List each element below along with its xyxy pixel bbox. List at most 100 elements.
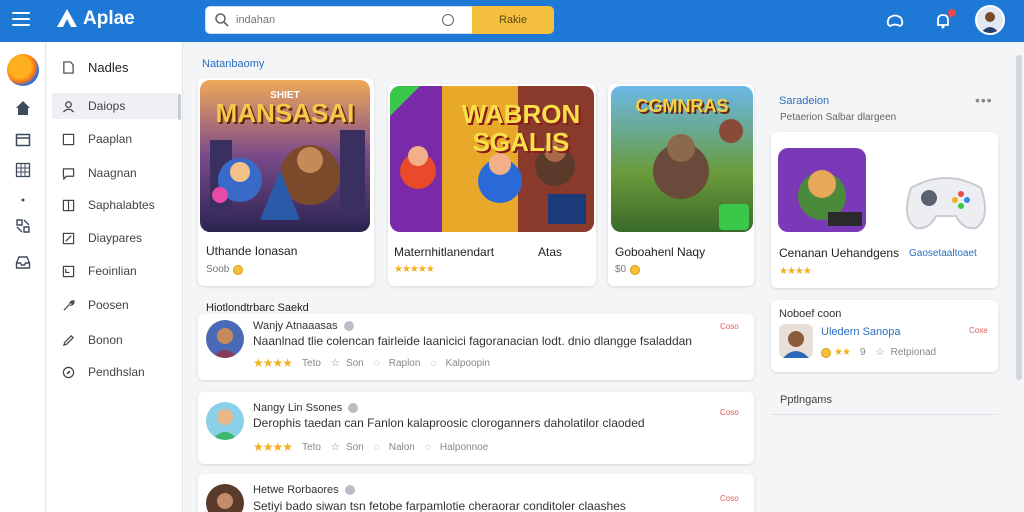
review-text: Naanlnad tlie colencan fairleide laanici… [253, 334, 692, 348]
edit-icon [62, 232, 75, 244]
review-author-name: Hetwe Rorbaores [253, 484, 339, 496]
sidebar-item-label: Paaplan [88, 132, 133, 146]
game-sub: ★★★★★ [394, 264, 435, 275]
info-icon[interactable] [348, 403, 359, 413]
like-button[interactable]: ☆ Son [331, 358, 364, 369]
review-meta-item[interactable]: Teto [302, 358, 321, 369]
review-author-name: Nangy Lin Ssones [253, 402, 343, 414]
review-meta-item[interactable]: Teto [302, 442, 321, 453]
rail-logo[interactable] [7, 54, 39, 86]
avatar-image [206, 484, 244, 512]
recommended-stars-row: ★★★★ [779, 266, 812, 277]
share-button[interactable]: ◌ Kalpoopin [430, 358, 489, 369]
more-icon[interactable]: ••• [975, 92, 993, 108]
mini-card-meta: ★★ 9 ☆ Retpionad [821, 347, 936, 358]
puzzle-icon[interactable] [15, 218, 31, 234]
review-meta-item: Kalpoopin [445, 357, 490, 369]
book-icon [62, 199, 75, 211]
search-input[interactable] [236, 14, 436, 26]
review-meta-item: Raplon [388, 357, 421, 369]
like-icon: ☆ [875, 347, 885, 358]
mini-card-count: 9 [859, 347, 866, 358]
mini-card-name[interactable]: Uledern Sanopa [821, 326, 901, 338]
game-sub: $0 [615, 264, 641, 275]
like-icon: ☆ [330, 357, 340, 369]
recommended-card[interactable]: Cenanan Uehandgens Gaosetaaltoaet ★★★★ [771, 132, 998, 288]
review-author-name: Wanjy Atnaaasas [253, 320, 338, 332]
image-icon [62, 265, 75, 277]
sidebar-item-9[interactable]: Pendhslan [52, 359, 178, 385]
gamepad-icon[interactable] [884, 10, 906, 32]
search-button[interactable]: Rakie [472, 6, 554, 34]
icon-rail [0, 42, 46, 512]
notification-button[interactable] [932, 9, 956, 32]
page-scrollbar[interactable] [1016, 55, 1022, 380]
sidebar-item-4[interactable]: Saphalabtes [52, 192, 178, 218]
review-tag: Coso [720, 322, 739, 331]
review-author: Nangy Lin Ssones [253, 402, 359, 414]
grid-icon[interactable] [15, 162, 31, 178]
sidebar-item-0[interactable]: Nadles [52, 54, 178, 80]
game-card-3[interactable]: CGMNRAS Goboahenl Naqy $0 [608, 84, 754, 286]
sidebar-item-label: Poosen [88, 298, 129, 312]
review-tag: Coso [720, 494, 739, 503]
gamepad-icon [906, 177, 986, 230]
compass-icon [62, 366, 75, 378]
sidebar-item-7[interactable]: Poosen [52, 292, 178, 318]
review-meta: ★★★★ Teto ☆ Son ◌ Nalon ◌ Halponnoe [253, 440, 488, 454]
menu-icon[interactable] [12, 12, 30, 28]
sidebar-item-5[interactable]: Diaypares [52, 225, 178, 251]
review-card-3[interactable]: Hetwe Rorbaores Coso Setiyi bado siwan t… [198, 474, 754, 512]
info-icon[interactable] [343, 321, 354, 331]
mini-card-link-text: Retpionad [890, 347, 937, 358]
review-meta: ★★★★ Teto ☆ Son ◌ Raplon ◌ Kalpoopin [253, 356, 490, 370]
right-panel-subtitle: Petaerion Salbar dlargeen [780, 112, 897, 123]
game-title: Maternhitlanendart [394, 245, 495, 259]
home-icon[interactable] [15, 100, 31, 116]
like-button[interactable]: ☆ Son [331, 442, 364, 453]
sidebar-scrollbar[interactable] [178, 94, 181, 120]
top-bar: Aplae Rakie [0, 0, 1024, 42]
game-sub-text: Soob [206, 264, 230, 275]
window-icon[interactable] [15, 132, 31, 148]
review-tag: Coso [720, 408, 739, 417]
square-icon [62, 133, 75, 145]
sidebar-item-6[interactable]: Feoinlian [52, 258, 178, 284]
pen-icon [62, 334, 74, 346]
review-author: Wanjy Atnaaasas [253, 320, 354, 332]
search-box[interactable] [205, 6, 473, 34]
reply-button[interactable]: ◌ Raplon [374, 358, 421, 369]
review-card-1[interactable]: Wanjy Atnaaasas Coso Naanlnad tlie colen… [198, 314, 754, 380]
mini-card-link[interactable]: ☆ Retpionad [876, 347, 937, 358]
avatar-image [779, 324, 813, 358]
sidebar-item-8[interactable]: Bonon [52, 327, 178, 353]
game-sub-text: $0 [615, 264, 627, 275]
sidebar-item-2[interactable]: Paaplan [52, 126, 178, 152]
mini-card[interactable]: Noboef coon Coxe Uledern Sanopa ★★ 9 ☆ Re… [771, 300, 998, 372]
recommended-game-title: Cenanan Uehandgens [779, 246, 900, 260]
inbox-icon[interactable] [15, 254, 31, 270]
sidebar-item-label: Feoinlian [88, 264, 137, 278]
sidebar-item-1[interactable]: Daiops [52, 93, 178, 119]
info-icon[interactable] [344, 485, 355, 495]
review-meta-item: Son [345, 357, 364, 369]
game-art-3: CGMNRAS [611, 86, 753, 232]
app-logo[interactable]: Aplae [55, 7, 135, 31]
right-panel-title: Saradeion [779, 95, 830, 107]
sidebar-item-label: Daiops [88, 99, 126, 113]
game-card-2[interactable]: WABRON SGALIS Maternhitlanendart Atas ★★… [388, 84, 596, 286]
sidebar-item-label: Naagnan [88, 166, 137, 180]
game-title: Uthande Ionasan [206, 244, 298, 258]
dot-icon[interactable] [15, 192, 31, 208]
reply-button[interactable]: ◌ Nalon [374, 442, 415, 453]
sidebar-item-3[interactable]: Naagnan [52, 160, 178, 186]
share-button[interactable]: ◌ Halponnoe [425, 442, 488, 453]
camera-icon[interactable] [442, 14, 454, 26]
app-name: Aplae [83, 8, 135, 29]
coin-icon [821, 347, 831, 358]
mini-avatar [779, 324, 813, 358]
user-avatar[interactable] [975, 5, 1005, 35]
game-card-1[interactable]: SHIET MANSASAI Uthande Ionasan Soob [198, 78, 374, 286]
recommended-link[interactable]: Gaosetaaltoaet [909, 248, 977, 259]
review-card-2[interactable]: Nangy Lin Ssones Coso Derophis taedan ca… [198, 392, 754, 464]
